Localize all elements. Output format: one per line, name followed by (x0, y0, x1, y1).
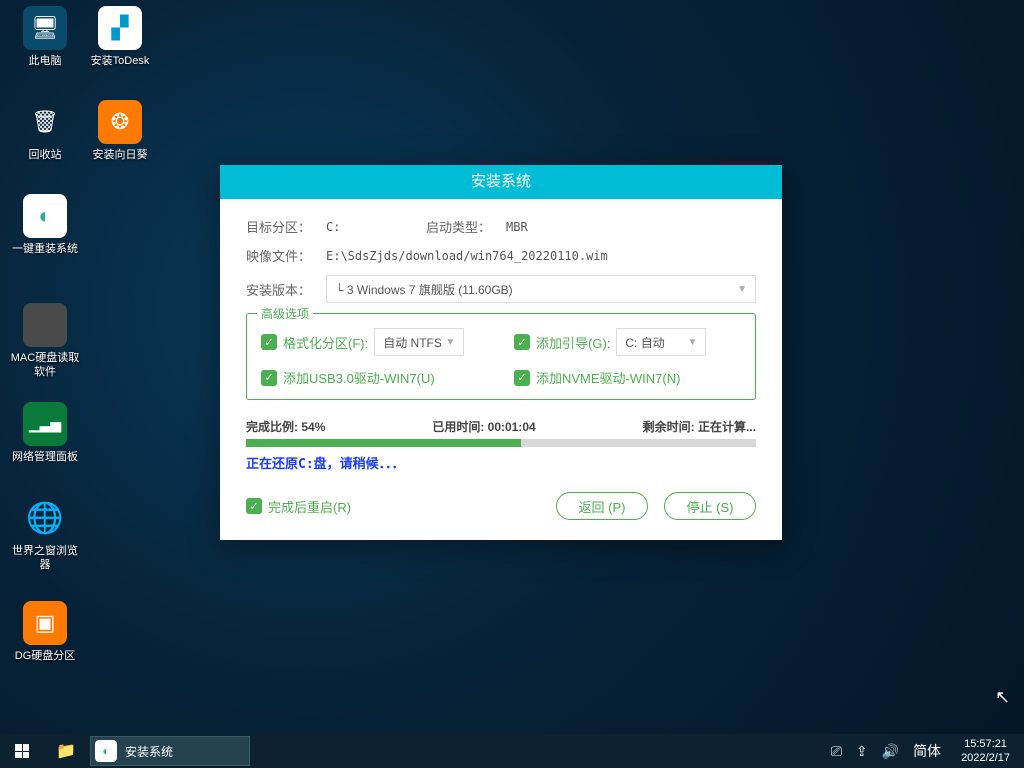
desktop-icon-recycle-bin[interactable]: 🗑回收站 (10, 100, 80, 162)
window-title: 安装系统 (220, 165, 782, 199)
file-explorer-button[interactable]: 📁 (44, 734, 88, 768)
image-file-label: 映像文件： (246, 246, 326, 265)
desktop-icon-browser[interactable]: 🌐世界之窗浏览器 (10, 496, 80, 572)
restart-after-label: 完成后重启(R) (268, 497, 351, 516)
system-tray: ⎚ ⇪ 🔊 简体 15:57:21 2022/2/17 (831, 737, 1024, 765)
start-button[interactable] (0, 734, 44, 768)
progress-fill (246, 439, 521, 447)
desktop-icon-reinstall[interactable]: ◐一键重装系统 (10, 194, 80, 256)
add-boot-label: 添加引导(G): (536, 333, 610, 352)
network-icon[interactable]: ⎚ (831, 743, 842, 760)
taskbar: 📁 ◐ 安装系统 ⎚ ⇪ 🔊 简体 15:57:21 2022/2/17 (0, 734, 1024, 768)
add-usb3-label: 添加USB3.0驱动-WIN7(U) (283, 368, 435, 387)
elapsed-time: 已用时间: 00:01:04 (432, 418, 535, 435)
advanced-options-legend: 高级选项 (257, 305, 313, 322)
format-type-select[interactable]: 自动 NTFS ▼ (374, 328, 464, 356)
image-file-value: E:\SdsZjds/download/win764_20220110.wim (326, 249, 756, 263)
boot-type-label: 启动类型： (426, 217, 506, 236)
volume-icon[interactable]: 🔊 (882, 743, 899, 760)
progress-percent: 完成比例: 54% (246, 418, 325, 435)
target-partition-value: C: (326, 220, 426, 234)
install-version-select[interactable]: └ 3 Windows 7 旗舰版 (11.60GB) ▼ (326, 275, 756, 303)
desktop-icon-dg[interactable]: ▣DG硬盘分区 (10, 601, 80, 663)
chevron-down-icon: ▼ (737, 284, 747, 295)
progress-bar (246, 439, 756, 447)
boot-type-value: MBR (506, 220, 756, 234)
format-partition-checkbox[interactable]: ✓ (261, 334, 277, 350)
desktop-icon-todesk[interactable]: ▞安装ToDesk (85, 6, 155, 68)
boot-drive-select[interactable]: C: 自动 ▼ (616, 328, 706, 356)
add-nvme-checkbox[interactable]: ✓ (514, 370, 530, 386)
desktop-icon-network-panel[interactable]: ▁▃▅网络管理面板 (10, 402, 80, 464)
add-usb3-checkbox[interactable]: ✓ (261, 370, 277, 386)
back-button[interactable]: 返回 (P) (556, 492, 648, 520)
usb-icon[interactable]: ⇪ (856, 743, 868, 760)
windows-logo-icon (15, 744, 29, 758)
folder-icon: 📁 (56, 741, 76, 761)
add-boot-checkbox[interactable]: ✓ (514, 334, 530, 350)
installer-icon: ◐ (95, 740, 117, 762)
clock[interactable]: 15:57:21 2022/2/17 (955, 737, 1016, 765)
restart-after-checkbox[interactable]: ✓ (246, 498, 262, 514)
target-partition-label: 目标分区： (246, 217, 326, 236)
desktop-icon-this-pc[interactable]: 🖥此电脑 (10, 6, 80, 68)
remaining-time: 剩余时间: 正在计算... (643, 418, 756, 435)
taskbar-item-installer[interactable]: ◐ 安装系统 (90, 736, 250, 766)
desktop-icon-mac-disk[interactable]: MAC硬盘读取软件 (10, 303, 80, 379)
ime-indicator[interactable]: 简体 (913, 741, 941, 761)
install-version-label: 安装版本： (246, 280, 326, 299)
add-nvme-label: 添加NVME驱动-WIN7(N) (536, 368, 680, 387)
desktop-icon-sunflower[interactable]: ❂安装向日葵 (85, 100, 155, 162)
install-window: 安装系统 目标分区： C: 启动类型： MBR 映像文件： E:\SdsZjds… (220, 165, 782, 540)
chevron-down-icon: ▼ (687, 337, 697, 348)
advanced-options-fieldset: 高级选项 ✓ 格式化分区(F): 自动 NTFS ▼ ✓ 添加引导(G): C:… (246, 313, 756, 400)
status-text: 正在还原C:盘，请稍候．．． (246, 453, 756, 472)
format-partition-label: 格式化分区(F): (283, 333, 368, 352)
chevron-down-icon: ▼ (445, 337, 455, 348)
stop-button[interactable]: 停止 (S) (664, 492, 756, 520)
